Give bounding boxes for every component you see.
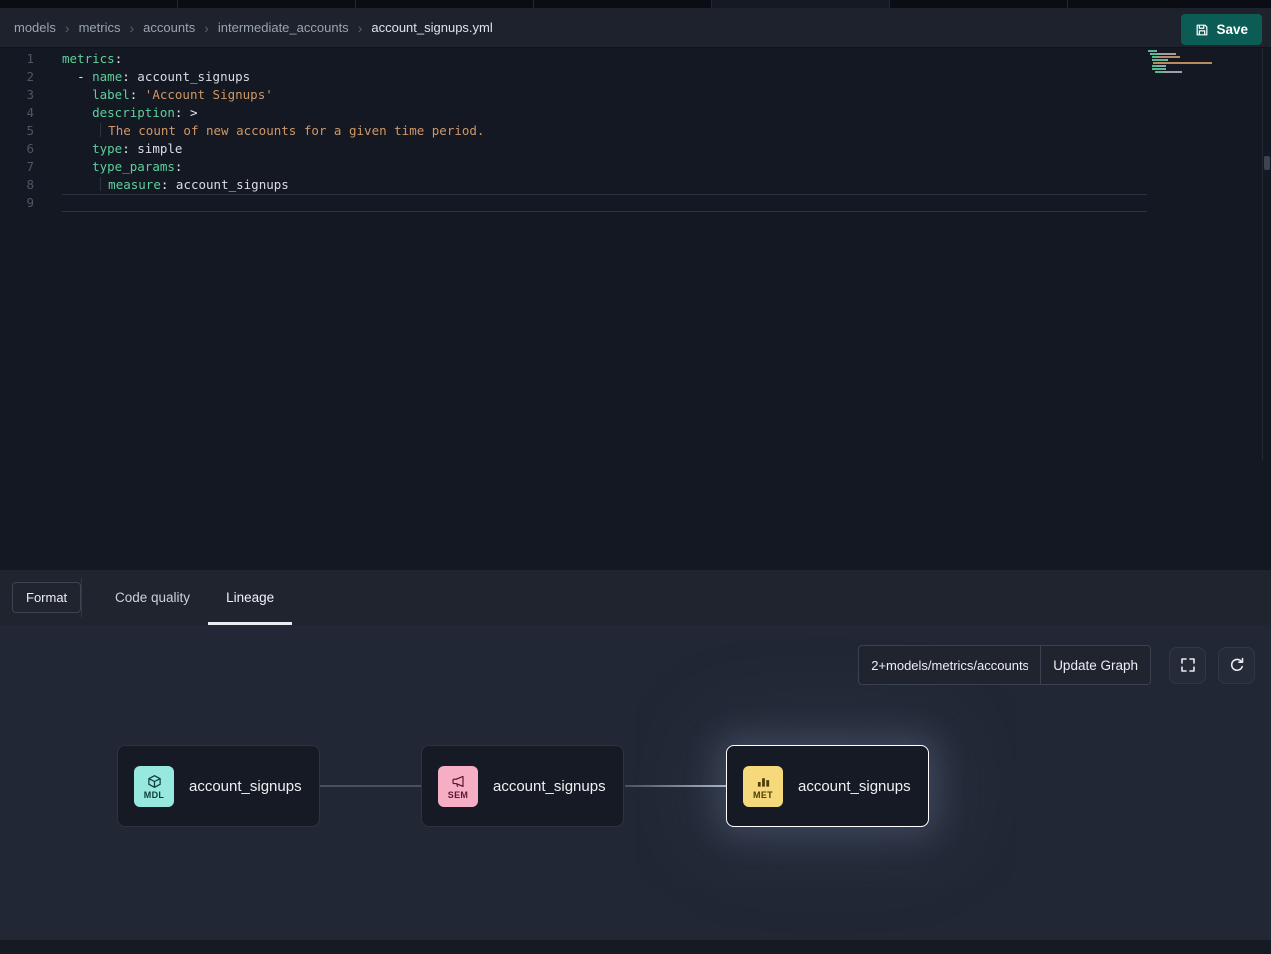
editor-tab[interactable] — [356, 0, 534, 8]
code-line: 2 - name: account_signups — [0, 68, 1271, 86]
code-line-text[interactable]: - name: account_signups — [62, 68, 1147, 86]
node-label: account_signups — [189, 778, 302, 795]
code-line-text[interactable] — [62, 194, 1147, 212]
code-line: 3 label: 'Account Signups' — [0, 86, 1271, 104]
cube-icon — [147, 774, 162, 789]
node-type-tile: MET — [743, 766, 783, 807]
chevron-right-icon: › — [204, 20, 209, 36]
line-number: 2 — [0, 68, 34, 86]
app: models › metrics › accounts › intermediate_acc… — [0, 0, 1271, 954]
chevron-right-icon: › — [358, 20, 363, 36]
node-type-tile: SEM — [438, 766, 478, 807]
tab-lineage[interactable]: Lineage — [208, 570, 292, 625]
minimap[interactable] — [1148, 50, 1212, 77]
refresh-button[interactable] — [1218, 647, 1255, 684]
minimap-line — [1148, 62, 1212, 64]
breadcrumb-item[interactable]: models — [14, 20, 56, 35]
code-line-text[interactable]: label: 'Account Signups' — [62, 86, 1147, 104]
code-line: 5 The count of new accounts for a given … — [0, 122, 1271, 140]
update-graph-button[interactable]: Update Graph — [1040, 646, 1150, 684]
node-type-tile: MDL — [134, 766, 174, 807]
format-button[interactable]: Format — [12, 582, 81, 613]
edge-line — [320, 785, 421, 787]
code-line-text[interactable]: measure: account_signups — [62, 176, 1147, 194]
code-line: 9 — [0, 194, 1271, 212]
code-line-text[interactable]: type: simple — [62, 140, 1147, 158]
tab-code-quality[interactable]: Code quality — [97, 570, 208, 625]
editor-scrollbar-thumb[interactable] — [1264, 156, 1270, 170]
line-number: 3 — [0, 86, 34, 104]
editor-tab[interactable] — [1068, 0, 1271, 8]
code-line-text[interactable]: metrics: — [62, 50, 1147, 68]
code-line: 4 description: > — [0, 104, 1271, 122]
breadcrumb-item[interactable]: account_signups.yml — [371, 20, 492, 35]
lineage-filter-group: Update Graph — [858, 645, 1151, 685]
node-label: account_signups — [798, 778, 911, 795]
editor-tab[interactable] — [178, 0, 356, 8]
chevron-right-icon: › — [129, 20, 134, 36]
minimap-line — [1148, 59, 1212, 61]
node-type-badge: MDL — [144, 790, 164, 800]
fullscreen-button[interactable] — [1169, 647, 1206, 684]
breadcrumb-bar: models › metrics › accounts › intermediate_acc… — [0, 8, 1271, 48]
edge-line — [625, 785, 726, 787]
panel-header: Format Code qualityLineage — [0, 570, 1271, 625]
minimap-line — [1148, 71, 1212, 73]
breadcrumb-item[interactable]: metrics — [79, 20, 121, 35]
line-number: 6 — [0, 140, 34, 158]
line-number: 9 — [0, 194, 34, 212]
code-line: 6 type: simple — [0, 140, 1271, 158]
node-type-badge: SEM — [448, 790, 468, 800]
lineage-node-sem[interactable]: SEM account_signups — [421, 745, 624, 827]
code-lines: 1metrics:2 - name: account_signups3 labe… — [0, 50, 1271, 212]
save-button[interactable]: Save — [1181, 14, 1262, 45]
fullscreen-icon — [1180, 657, 1196, 673]
canvas-footer — [0, 940, 1271, 954]
lineage-filter-input[interactable] — [859, 646, 1040, 684]
megaphone-icon — [451, 774, 466, 789]
bar-chart-icon — [756, 774, 771, 789]
editor-tab[interactable] — [890, 0, 1068, 8]
line-number: 5 — [0, 122, 34, 140]
code-line-text[interactable]: type_params: — [62, 158, 1147, 176]
editor-tab[interactable] — [0, 0, 178, 8]
lineage-node-mdl[interactable]: MDL account_signups — [117, 745, 320, 827]
code-line: 7 type_params: — [0, 158, 1271, 176]
save-button-label: Save — [1216, 22, 1248, 37]
editor-tab-active[interactable] — [712, 0, 890, 8]
editor-tab[interactable] — [534, 0, 712, 8]
breadcrumb: models › metrics › accounts › intermediate_acc… — [14, 20, 493, 36]
line-number: 7 — [0, 158, 34, 176]
minimap-line — [1148, 74, 1212, 76]
breadcrumb-item[interactable]: intermediate_accounts — [218, 20, 349, 35]
code-line-text[interactable]: description: > — [62, 104, 1147, 122]
line-number: 1 — [0, 50, 34, 68]
code-line: 8 measure: account_signups — [0, 176, 1271, 194]
chevron-right-icon: › — [65, 20, 70, 36]
node-type-badge: MET — [753, 790, 773, 800]
minimap-line — [1148, 68, 1212, 70]
refresh-icon — [1229, 657, 1245, 673]
minimap-line — [1148, 50, 1212, 52]
minimap-line — [1148, 56, 1212, 58]
lineage-controls: Update Graph — [858, 645, 1255, 685]
code-line-text[interactable]: The count of new accounts for a given ti… — [62, 122, 1147, 140]
line-number: 4 — [0, 104, 34, 122]
lineage-node-met[interactable]: MET account_signups — [726, 745, 929, 827]
minimap-line — [1148, 65, 1212, 67]
top-tab-strip — [0, 0, 1271, 8]
panel-tabs: Code qualityLineage — [97, 570, 292, 625]
code-line: 1 metrics: — [0, 50, 1271, 68]
minimap-line — [1148, 53, 1212, 55]
code-editor[interactable]: 1metrics:2 - name: account_signups3 labe… — [0, 48, 1271, 570]
line-number: 8 — [0, 176, 34, 194]
editor-scrollbar[interactable] — [1262, 48, 1263, 460]
node-label: account_signups — [493, 778, 606, 795]
floppy-icon — [1195, 23, 1209, 37]
panel-divider — [81, 578, 82, 617]
breadcrumb-item[interactable]: accounts — [143, 20, 195, 35]
